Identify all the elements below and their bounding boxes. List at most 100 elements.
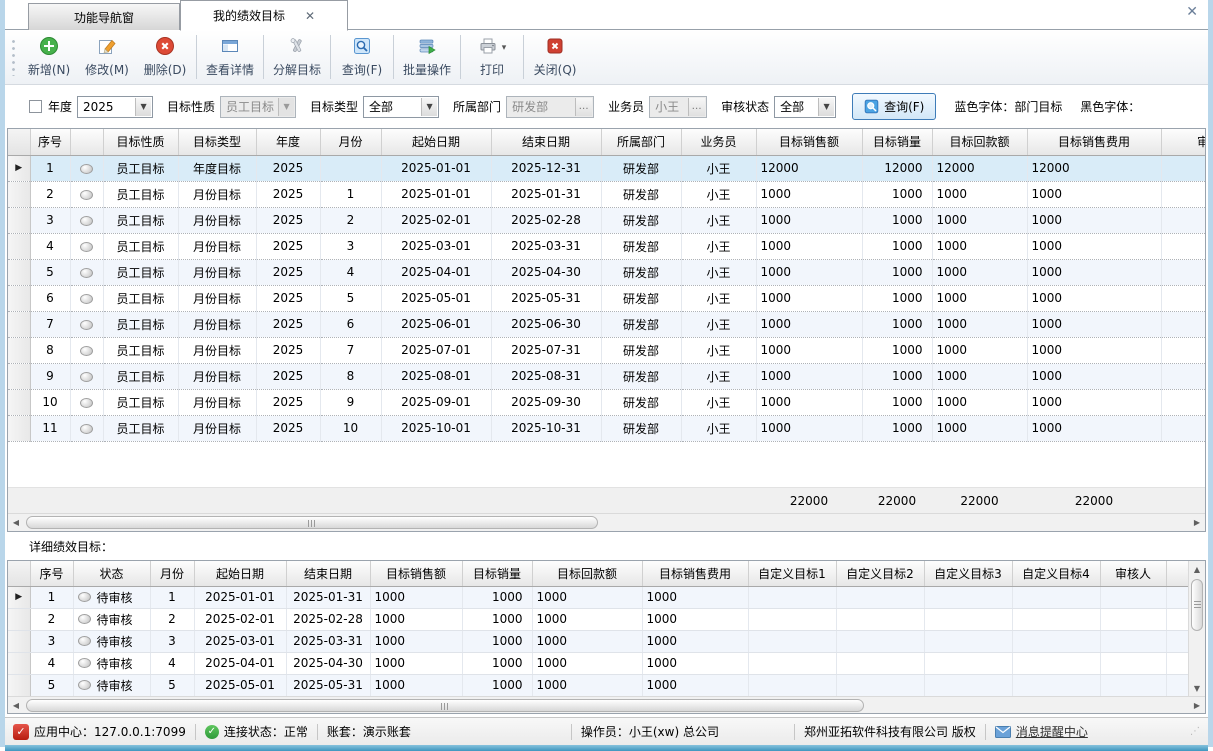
cell[interactable]: 1000 xyxy=(642,630,748,652)
table-row[interactable]: 4员工目标月份目标202532025-03-012025-03-31研发部小王1… xyxy=(8,233,1205,259)
cell[interactable]: 3 xyxy=(150,630,194,652)
row-selector[interactable] xyxy=(8,415,30,441)
cell[interactable]: 1000 xyxy=(370,608,462,630)
cell[interactable] xyxy=(1012,608,1100,630)
cell[interactable]: 2025-02-28 xyxy=(491,207,601,233)
scroll-down-icon[interactable]: ▼ xyxy=(1189,680,1205,696)
year-checkbox[interactable] xyxy=(29,100,42,113)
decompose-goal-button[interactable]: 分解目标 xyxy=(266,33,328,81)
cell[interactable]: 1000 xyxy=(642,608,748,630)
audit-status-select[interactable]: 全部 ▼ xyxy=(774,96,836,118)
row-selector[interactable] xyxy=(8,389,30,415)
cell[interactable] xyxy=(748,652,836,674)
cell[interactable]: 10 xyxy=(320,415,381,441)
cell[interactable] xyxy=(1161,155,1205,181)
table-row[interactable]: 3员工目标月份目标202522025-02-012025-02-28研发部小王1… xyxy=(8,207,1205,233)
table-row[interactable]: 2待审核22025-02-012025-02-28100010001000100… xyxy=(8,608,1205,630)
cell[interactable]: 12000 xyxy=(1027,155,1161,181)
cell[interactable]: 员工目标 xyxy=(103,363,178,389)
cell[interactable]: 员工目标 xyxy=(103,259,178,285)
status-cell[interactable] xyxy=(70,389,103,415)
print-button[interactable]: ▾ 打印 xyxy=(463,33,521,81)
cell[interactable]: 月份目标 xyxy=(178,233,256,259)
column-header[interactable]: 目标销售额 xyxy=(370,561,462,586)
cell[interactable]: 员工目标 xyxy=(103,207,178,233)
cell[interactable]: 1000 xyxy=(932,311,1027,337)
column-header[interactable]: 目标类型 xyxy=(178,129,256,155)
cell[interactable]: 2025-04-01 xyxy=(194,652,286,674)
cell[interactable]: 月份目标 xyxy=(178,415,256,441)
cell[interactable]: 2025 xyxy=(256,363,320,389)
query-button-toolbar[interactable]: 查询(F) xyxy=(333,33,391,81)
cell[interactable]: 2025-07-31 xyxy=(491,337,601,363)
cell[interactable]: 研发部 xyxy=(601,181,681,207)
status-cell[interactable]: 待审核 xyxy=(73,586,150,608)
cell[interactable]: 2025-03-01 xyxy=(194,630,286,652)
cell[interactable]: 12000 xyxy=(756,155,862,181)
cell[interactable] xyxy=(1012,586,1100,608)
column-header[interactable]: 目标销售费用 xyxy=(1027,129,1161,155)
cell[interactable]: 1000 xyxy=(532,630,642,652)
cell[interactable]: 1000 xyxy=(756,363,862,389)
cell[interactable]: 1000 xyxy=(370,652,462,674)
edit-button[interactable]: 修改(M) xyxy=(78,33,136,81)
column-header[interactable]: 审核人 xyxy=(1100,561,1166,586)
cell[interactable]: 5 xyxy=(150,674,194,696)
table-row[interactable]: 9员工目标月份目标202582025-08-012025-08-31研发部小王1… xyxy=(8,363,1205,389)
cell[interactable]: 4 xyxy=(320,259,381,285)
cell[interactable]: 1000 xyxy=(862,285,932,311)
cell[interactable] xyxy=(1161,389,1205,415)
status-cell[interactable]: 待审核 xyxy=(73,674,150,696)
tab-close-icon[interactable]: ✕ xyxy=(305,9,315,23)
cell[interactable]: 1000 xyxy=(862,415,932,441)
cell[interactable]: 月份目标 xyxy=(178,259,256,285)
cell[interactable]: 1000 xyxy=(462,674,532,696)
column-header[interactable]: 起始日期 xyxy=(381,129,491,155)
cell[interactable]: 2025-04-30 xyxy=(286,652,370,674)
cell[interactable] xyxy=(748,630,836,652)
column-header[interactable]: 序号 xyxy=(30,561,73,586)
cell[interactable]: 2025-10-01 xyxy=(381,415,491,441)
cell[interactable]: 小王 xyxy=(681,389,756,415)
message-center-link[interactable]: 消息提醒中心 xyxy=(1016,723,1088,740)
cell[interactable]: 小王 xyxy=(681,181,756,207)
scroll-left-icon[interactable]: ◀ xyxy=(8,514,24,531)
table-row[interactable]: 5待审核52025-05-012025-05-31100010001000100… xyxy=(8,674,1205,696)
cell[interactable]: 8 xyxy=(30,337,70,363)
chevron-down-icon[interactable]: ▼ xyxy=(421,98,437,116)
column-header[interactable]: 序号 xyxy=(30,129,70,155)
status-cell[interactable] xyxy=(70,363,103,389)
cell[interactable]: 员工目标 xyxy=(103,155,178,181)
cell[interactable] xyxy=(1161,259,1205,285)
tab-my-performance-goals[interactable]: 我的绩效目标 ✕ xyxy=(180,0,348,31)
cell[interactable]: 5 xyxy=(30,674,73,696)
scroll-left-icon[interactable]: ◀ xyxy=(8,697,24,713)
ellipsis-button[interactable]: … xyxy=(688,98,705,116)
cell[interactable]: 员工目标 xyxy=(103,285,178,311)
row-selector[interactable]: ▶ xyxy=(8,586,30,608)
cell[interactable]: 小王 xyxy=(681,233,756,259)
column-header[interactable]: 目标回款额 xyxy=(932,129,1027,155)
cell[interactable]: 1000 xyxy=(932,285,1027,311)
cell[interactable]: 1000 xyxy=(370,630,462,652)
cell[interactable] xyxy=(924,586,1012,608)
cell[interactable]: 2025-09-30 xyxy=(491,389,601,415)
cell[interactable]: 1000 xyxy=(462,586,532,608)
cell[interactable]: 1000 xyxy=(932,233,1027,259)
cell[interactable]: 1 xyxy=(320,181,381,207)
cell[interactable]: 9 xyxy=(30,363,70,389)
column-header[interactable]: 目标回款额 xyxy=(532,561,642,586)
cell[interactable]: 1 xyxy=(30,155,70,181)
cell[interactable]: 1000 xyxy=(1027,233,1161,259)
cell[interactable]: 5 xyxy=(320,285,381,311)
cell[interactable]: 1000 xyxy=(532,608,642,630)
cell[interactable]: 1000 xyxy=(1027,389,1161,415)
column-header[interactable]: 目标销售额 xyxy=(756,129,862,155)
cell[interactable]: 月份目标 xyxy=(178,311,256,337)
scrollbar-thumb[interactable] xyxy=(1191,579,1203,631)
detail-horizontal-scrollbar[interactable]: ◀ ▶ xyxy=(8,696,1205,713)
cell[interactable]: 4 xyxy=(30,652,73,674)
cell[interactable]: 月份目标 xyxy=(178,337,256,363)
cell[interactable]: 研发部 xyxy=(601,285,681,311)
row-selector[interactable] xyxy=(8,674,30,696)
